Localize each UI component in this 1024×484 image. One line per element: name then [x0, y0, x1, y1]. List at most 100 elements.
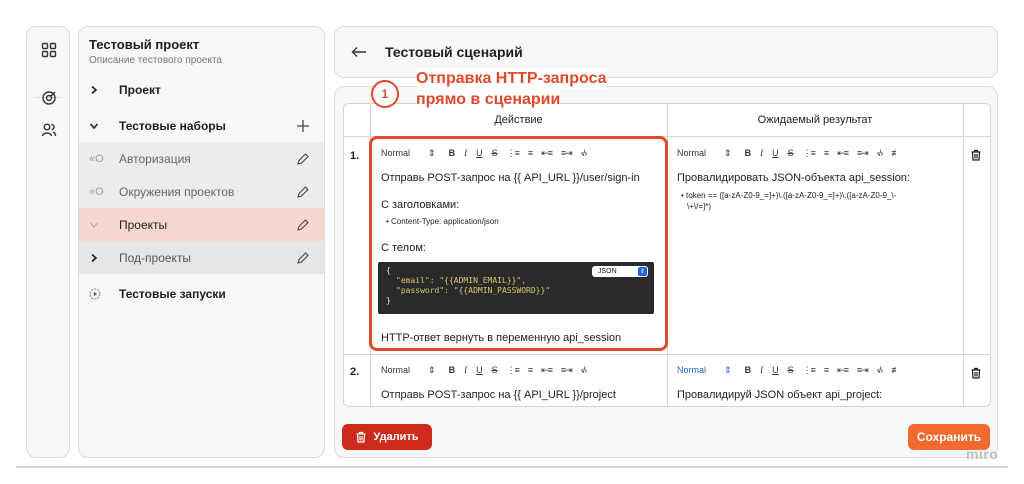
sidebar-item-project[interactable]: Проект	[79, 73, 324, 106]
miro-watermark: miro	[966, 446, 999, 462]
editor-toolbar: Normal ⇕ B I U S ⋮≡ ≡ ⇤≡ ≡⇥ ‹/› ≢	[677, 363, 900, 377]
strike-button[interactable]: S	[492, 365, 498, 375]
code-icon[interactable]: ‹/›	[581, 365, 587, 375]
highlight-frame	[369, 136, 668, 351]
table-header-expected: Ожидаемый результат	[667, 104, 963, 137]
chevron-down-icon	[79, 121, 109, 131]
save-label: Сохранить	[916, 430, 982, 444]
annotation-line: Отправка HTTP-запроса	[416, 68, 607, 89]
annotation-line: прямо в сценарии	[416, 89, 561, 110]
underline-button[interactable]: U	[476, 365, 483, 375]
sidebar-item-subprojects[interactable]: Под-проекты	[79, 241, 324, 274]
ordered-list-icon[interactable]: ⋮≡	[803, 365, 816, 376]
sidebar-item-label: Тестовые наборы	[119, 118, 226, 133]
indent-icon[interactable]: ⇤≡	[541, 365, 553, 376]
ordered-list-icon[interactable]: ⋮≡	[507, 365, 520, 376]
sidebar-item-label: Проекты	[119, 217, 168, 232]
sidebar-item-test-runs[interactable]: Тестовые запуски	[79, 277, 324, 310]
edit-pencil-icon[interactable]	[288, 218, 318, 232]
delete-button[interactable]: Удалить	[342, 424, 432, 450]
sidebar-item-authorization[interactable]: «O Авторизация	[79, 142, 324, 175]
bold-button[interactable]: B	[745, 365, 752, 375]
play-circle-icon	[79, 288, 109, 300]
project-sidebar: Тестовый проект Описание тестового проек…	[78, 26, 325, 458]
underline-button[interactable]: U	[772, 148, 779, 158]
regex-line-1: • token == ([a-zA-Z0-9_=]+)\.([a-zA-Z0-9…	[681, 191, 897, 200]
edit-pencil-icon[interactable]	[288, 185, 318, 199]
chevron-right-icon	[79, 85, 109, 95]
italic-button[interactable]: I	[760, 365, 763, 375]
sidebar-item-label: Авторизация	[119, 151, 191, 166]
row-number: 2.	[350, 366, 360, 378]
clear-format-icon[interactable]: ≢	[891, 365, 900, 375]
strike-button[interactable]: S	[788, 148, 794, 158]
row-number: 1.	[350, 150, 360, 162]
strike-button[interactable]: S	[788, 365, 794, 375]
trash-icon	[356, 431, 366, 443]
indent-icon[interactable]: ⇤≡	[837, 365, 849, 376]
project-header: Тестовый проект Описание тестового проек…	[79, 27, 324, 71]
edit-pencil-icon[interactable]	[288, 152, 318, 166]
italic-button[interactable]: I	[760, 148, 763, 158]
delete-row-trash-icon[interactable]	[970, 366, 982, 379]
bold-button[interactable]: B	[745, 148, 752, 158]
editor-toolbar: Normal ⇕ B I U S ⋮≡ ≡ ⇤≡ ≡⇥ ‹/› ≢	[677, 146, 900, 160]
chevron-right-icon	[79, 253, 109, 263]
expected-line[interactable]: Провалидируй JSON объект api_project:	[677, 389, 882, 401]
project-title: Тестовый проект	[89, 37, 200, 52]
outdent-icon[interactable]: ≡⇥	[857, 148, 869, 159]
indent-icon[interactable]: ⇤≡	[837, 148, 849, 159]
dashboard-grid-icon[interactable]	[38, 39, 60, 61]
edit-pencil-icon[interactable]	[288, 251, 318, 265]
bottom-scrollbar	[16, 466, 1008, 468]
column-divider	[963, 104, 964, 406]
updown-icon: ⇕	[724, 364, 732, 375]
bold-button[interactable]: B	[449, 365, 456, 375]
updown-icon: ⇕	[724, 147, 732, 158]
icon-rail	[26, 26, 70, 458]
bullet-list-icon[interactable]: ≡	[824, 148, 829, 158]
outdent-icon[interactable]: ≡⇥	[857, 365, 869, 376]
underline-button[interactable]: U	[772, 365, 779, 375]
italic-button[interactable]: I	[464, 365, 467, 375]
delete-row-trash-icon[interactable]	[970, 148, 982, 161]
action-request-line[interactable]: Отправь POST-запрос на {{ API_URL }}/pro…	[381, 389, 616, 401]
sidebar-item-label: Тестовые запуски	[119, 286, 226, 301]
add-suite-plus-icon[interactable]	[288, 119, 318, 133]
page-title: Тестовый сценарий	[385, 44, 523, 60]
table-header-actions	[963, 104, 990, 137]
code-icon[interactable]: ‹/›	[877, 365, 883, 375]
back-arrow-icon[interactable]	[339, 46, 379, 58]
sidebar-item-label: Проект	[119, 82, 161, 97]
row-divider	[344, 354, 990, 355]
step-badge: 1	[371, 80, 399, 108]
updown-icon: ⇕	[428, 364, 436, 375]
clear-format-icon[interactable]: ≢	[891, 148, 900, 158]
target-check-icon[interactable]	[38, 87, 60, 109]
link-icon: «O	[89, 152, 104, 165]
outdent-icon[interactable]: ≡⇥	[561, 365, 573, 376]
expected-line[interactable]: Провалидировать JSON-объекта api_session…	[677, 172, 910, 184]
bullet-list-icon[interactable]: ≡	[824, 365, 829, 375]
bullet-list-icon[interactable]: ≡	[528, 365, 533, 375]
sidebar-item-test-suites[interactable]: Тестовые наборы	[79, 109, 324, 142]
sidebar-item-project-environments[interactable]: «O Окружения проектов	[79, 175, 324, 208]
format-select[interactable]: Normal ⇕	[677, 365, 732, 376]
link-icon: «O	[89, 185, 104, 198]
code-icon[interactable]: ‹/›	[877, 148, 883, 158]
format-select[interactable]: Normal ⇕	[677, 148, 732, 159]
ordered-list-icon[interactable]: ⋮≡	[803, 148, 816, 159]
delete-label: Удалить	[373, 431, 419, 443]
users-icon[interactable]	[38, 119, 60, 141]
table-header-num	[344, 104, 370, 137]
editor-toolbar: Normal ⇕ B I U S ⋮≡ ≡ ⇤≡ ≡⇥ ‹/›	[381, 363, 587, 377]
project-subtitle: Описание тестового проекта	[89, 55, 222, 66]
sidebar-item-label: Под-проекты	[119, 250, 192, 265]
chevron-down-icon	[79, 220, 109, 230]
annotation-text: Отправка HTTP-запроса прямо в сценарии	[416, 68, 607, 110]
regex-line-2: \+\/=]*)	[687, 202, 712, 211]
sidebar-item-label: Окружения проектов	[119, 184, 235, 199]
expected-regex-item[interactable]: • token == ([a-zA-Z0-9_=]+)\.([a-zA-Z0-9…	[681, 190, 963, 212]
sidebar-item-projects[interactable]: Проекты	[79, 208, 324, 241]
format-select[interactable]: Normal ⇕	[381, 365, 436, 376]
